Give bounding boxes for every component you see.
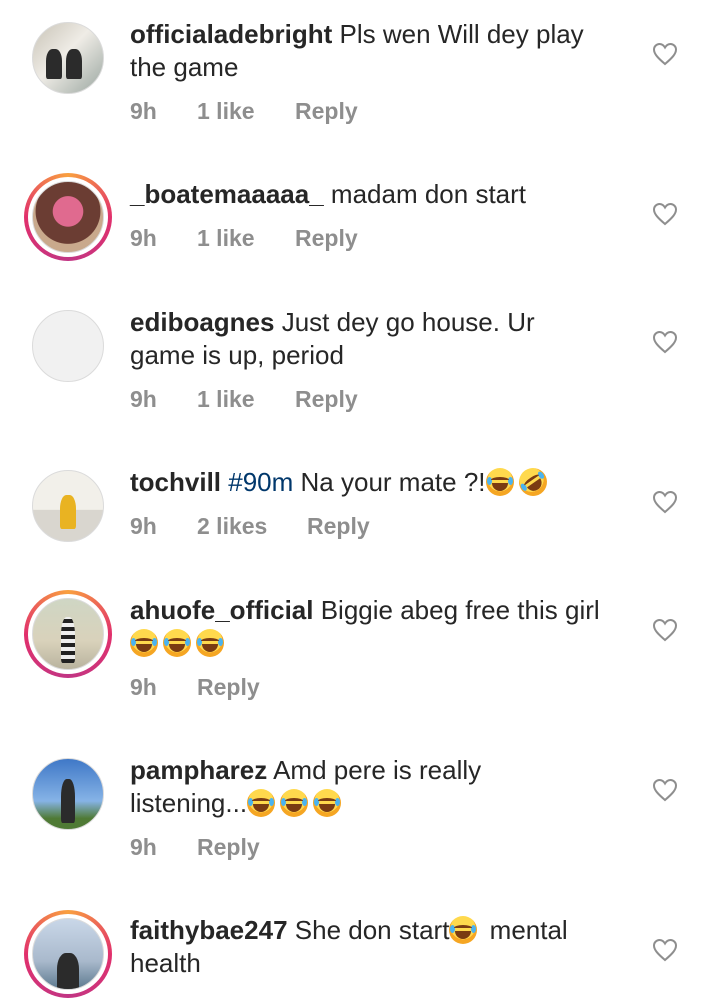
comment-username[interactable]: officialadebright <box>130 19 332 49</box>
comment-text: ediboagnes Just dey go house. Ur game is… <box>130 306 635 372</box>
avatar[interactable] <box>24 462 112 550</box>
comment-body: madam don start <box>330 179 527 209</box>
comment-body: mental <box>489 915 568 945</box>
avatar[interactable] <box>24 173 112 261</box>
comment-text: _boatemaaaaa_ madam don start <box>130 178 635 211</box>
person-figure <box>66 49 82 79</box>
face-with-tears-of-joy-emoji <box>163 629 191 657</box>
person-figure <box>46 49 62 79</box>
comment-text: officialadebright Pls wen Will dey play … <box>130 18 635 84</box>
comment-body: health <box>130 948 201 978</box>
avatar[interactable] <box>24 750 112 838</box>
reply-button[interactable]: Reply <box>295 98 358 125</box>
face-with-tears-of-joy-emoji <box>313 789 342 817</box>
comment-time: 9h <box>130 834 157 860</box>
heart-outline-icon[interactable] <box>652 938 678 962</box>
avatar[interactable] <box>24 302 112 390</box>
comment-time: 9h <box>130 513 157 539</box>
face-with-tears-of-joy-emoji <box>130 629 158 657</box>
heart-outline-icon[interactable] <box>652 490 678 514</box>
comment-body: Biggie abeg free this girl <box>320 595 600 625</box>
comment-body: Na your mate ?! <box>300 467 486 497</box>
comment-username[interactable]: ediboagnes <box>130 307 274 337</box>
comment-body: Just dey go house. Ur <box>281 307 535 337</box>
heart-outline-icon[interactable] <box>652 778 678 802</box>
avatar-image <box>32 181 104 253</box>
story-ring <box>28 914 108 994</box>
comment-time: 9h <box>130 225 157 251</box>
person-figure <box>61 617 75 663</box>
heart-outline-icon[interactable] <box>652 330 678 354</box>
comment-text: faithybae247 She don start mental health <box>130 914 635 980</box>
avatar[interactable] <box>24 590 112 678</box>
avatar-image <box>32 470 104 542</box>
comment-username[interactable]: ahuofe_official <box>130 595 313 625</box>
comment-like-count[interactable]: 1 like <box>197 386 255 413</box>
comment-body: Amd pere is really <box>273 755 482 785</box>
comment-time: 9h <box>130 674 157 700</box>
heart-outline-icon[interactable] <box>652 618 678 642</box>
comment-body: She don start <box>294 915 450 945</box>
face-with-tears-of-joy-emoji <box>449 916 478 944</box>
story-ring <box>28 594 108 674</box>
reply-button[interactable]: Reply <box>197 674 260 701</box>
comment-text: tochvill #90m Na your mate ?! <box>130 462 635 502</box>
face-with-tears-of-joy-emoji <box>247 789 276 817</box>
avatar[interactable] <box>24 14 112 102</box>
story-ring <box>28 177 108 257</box>
avatar[interactable] <box>24 910 112 998</box>
comment-body: game is up, period <box>130 340 344 370</box>
comment-username[interactable]: faithybae247 <box>130 915 288 945</box>
reply-button[interactable]: Reply <box>197 834 260 861</box>
comment-like-count[interactable]: 1 like <box>197 225 255 252</box>
comment-username[interactable]: pampharez <box>130 755 267 785</box>
heart-outline-icon[interactable] <box>652 202 678 226</box>
person-figure <box>60 495 76 529</box>
rolling-on-floor-laughing-emoji <box>513 462 553 502</box>
comment-time: 9h <box>130 386 157 412</box>
comment-hashtag[interactable]: #90m <box>228 467 293 497</box>
person-figure <box>57 953 79 989</box>
comment-username[interactable]: tochvill <box>130 467 221 497</box>
comment-like-count[interactable]: 1 like <box>197 98 255 125</box>
avatar-image <box>32 598 104 670</box>
avatar-image <box>32 310 104 382</box>
comment-text: ahuofe_official Biggie abeg free this gi… <box>130 594 635 660</box>
comment-time: 9h <box>130 98 157 124</box>
reply-button[interactable]: Reply <box>295 225 358 252</box>
reply-button[interactable]: Reply <box>295 386 358 413</box>
avatar-image <box>32 918 104 990</box>
comment-like-count[interactable]: 2 likes <box>197 513 267 540</box>
comment-text: pampharez Amd pere is really listening..… <box>130 754 635 820</box>
comment-body: Pls wen Will dey play <box>339 19 584 49</box>
avatar-image <box>32 22 104 94</box>
comment-body: listening... <box>130 788 248 818</box>
face-with-tears-of-joy-emoji <box>280 789 309 817</box>
reply-button[interactable]: Reply <box>307 513 370 540</box>
face-with-tears-of-joy-emoji <box>196 629 224 657</box>
person-figure <box>61 779 75 823</box>
comment-username[interactable]: _boatemaaaaa_ <box>130 179 324 209</box>
comment-body: the game <box>130 52 239 82</box>
avatar-image <box>32 758 104 830</box>
heart-outline-icon[interactable] <box>652 42 678 66</box>
face-with-tears-of-joy-emoji <box>485 468 514 496</box>
